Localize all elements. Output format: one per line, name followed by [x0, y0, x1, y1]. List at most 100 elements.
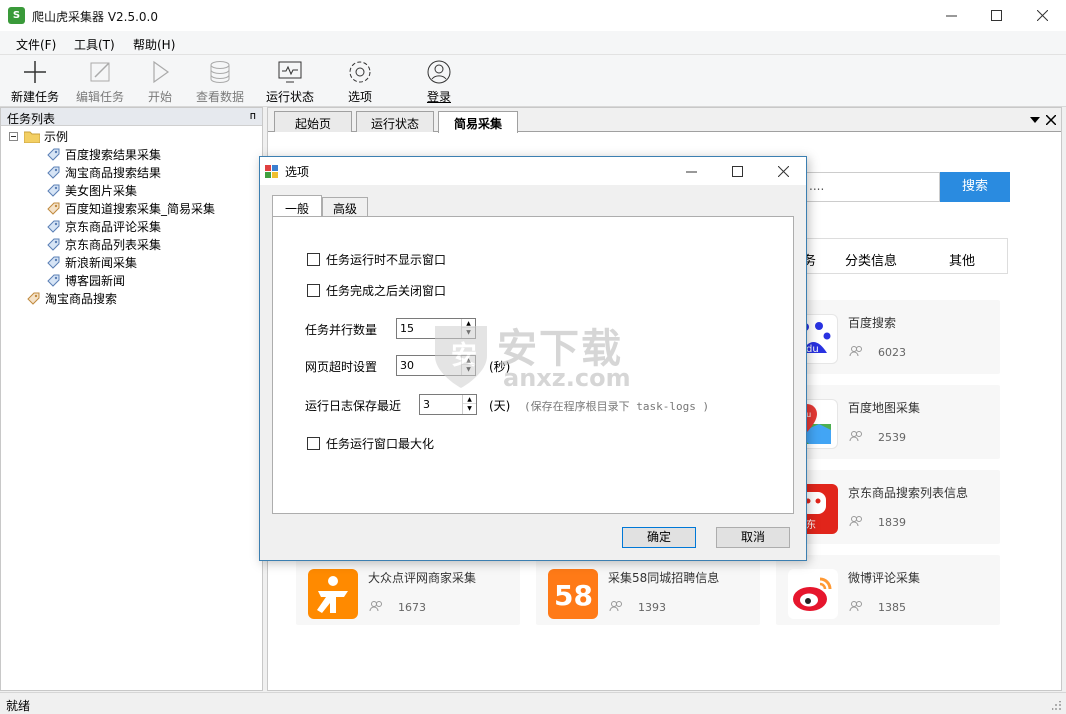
collapse-icon: [9, 131, 18, 141]
search-button[interactable]: 搜索: [940, 172, 1010, 202]
template-card[interactable]: du 百度地图采集 2539: [776, 385, 1000, 459]
minimize-icon: [685, 171, 697, 172]
minimize-icon: [945, 15, 957, 17]
template-card[interactable]: 大众点评网商家采集 1673: [296, 555, 520, 625]
tab-strip: 起始页 运行状态 简易采集: [268, 108, 1061, 133]
view-data-button[interactable]: 查看数据: [195, 59, 245, 105]
close-icon: [1036, 10, 1048, 21]
task-list-panel: 任务列表 ᴨ 示例 百度搜索结果采集 淘宝商品搜索结果 美女图片采集 百度知道搜…: [0, 107, 263, 691]
close-after-finish-checkbox[interactable]: 任务完成之后关闭窗口: [307, 282, 446, 299]
tab-run-status[interactable]: 运行状态: [356, 111, 434, 132]
cancel-button[interactable]: 取消: [716, 527, 790, 548]
login-button[interactable]: 登录: [424, 59, 454, 105]
checkbox-box: [307, 437, 320, 450]
tree-item[interactable]: 淘宝商品搜索结果: [45, 163, 161, 181]
tag-icon: [47, 184, 60, 197]
new-task-button[interactable]: 新建任务: [10, 59, 60, 105]
tree-item[interactable]: 百度知道搜索采集_简易采集: [45, 199, 215, 217]
weibo-icon: [788, 569, 838, 619]
dialog-close-button[interactable]: [760, 157, 806, 185]
tag-icon: [47, 274, 60, 287]
options-window-icon: [265, 165, 278, 178]
minimize-button[interactable]: [928, 0, 974, 31]
users-icon: [609, 601, 622, 612]
window-title: 爬山虎采集器 V2.5.0.0: [32, 10, 159, 24]
tag-icon: [47, 256, 60, 269]
users-icon: [849, 431, 862, 442]
close-icon: [777, 165, 789, 177]
options-button[interactable]: 选项: [345, 59, 375, 105]
svg-text:du: du: [806, 344, 819, 355]
tree-item[interactable]: 美女图片采集: [45, 181, 137, 199]
tree-item[interactable]: 京东商品评论采集: [45, 217, 161, 235]
dialog-title: 选项: [285, 165, 310, 179]
maximize-icon: [731, 165, 743, 177]
folder-icon: [24, 131, 40, 143]
database-icon: [210, 61, 230, 83]
play-icon: [153, 60, 170, 84]
maximize-button[interactable]: [973, 0, 1019, 31]
tab-start-page[interactable]: 起始页: [274, 111, 352, 132]
dialog-minimize-button[interactable]: [668, 157, 714, 185]
pin-icon[interactable]: ᴨ: [250, 109, 256, 122]
menu-help[interactable]: 帮助(H): [133, 36, 175, 53]
menu-tools[interactable]: 工具(T): [74, 36, 115, 53]
template-card[interactable]: 京东 京东商品搜索列表信息 1839: [776, 470, 1000, 544]
maximize-window-checkbox[interactable]: 任务运行窗口最大化: [307, 435, 434, 452]
tag-icon: [27, 292, 40, 305]
task-list-header: 任务列表 ᴨ: [1, 108, 262, 126]
tag-icon: [47, 166, 60, 179]
dianping-icon: [308, 569, 358, 619]
category-item[interactable]: 其他: [949, 250, 975, 269]
menu-bar: 文件(F) 工具(T) 帮助(H): [0, 31, 1066, 55]
users-icon: [849, 601, 862, 612]
edit-icon: [90, 62, 110, 82]
tree-item[interactable]: 新浪新闻采集: [45, 253, 137, 271]
tag-icon: [47, 148, 60, 161]
tree-folder-example[interactable]: 示例: [9, 127, 68, 145]
start-button[interactable]: 开始: [145, 59, 175, 105]
search-input[interactable]: ....: [800, 172, 940, 202]
run-status-button[interactable]: 运行状态: [265, 59, 315, 105]
title-bar: S 爬山虎采集器 V2.5.0.0: [0, 0, 1066, 31]
template-card[interactable]: 微博评论采集 1385: [776, 555, 1000, 625]
gear-icon: [349, 61, 371, 83]
status-text: 就绪: [6, 699, 31, 713]
users-icon: [849, 346, 862, 357]
users-icon: [369, 601, 382, 612]
category-item[interactable]: 分类信息: [845, 250, 897, 269]
template-card[interactable]: du 百度搜索 6023: [776, 300, 1000, 374]
parallel-label: 任务并行数量: [305, 323, 378, 337]
svg-text:58: 58: [554, 579, 593, 612]
maximize-icon: [990, 10, 1002, 21]
plus-icon: [24, 61, 46, 83]
log-label: 运行日志保存最近: [305, 399, 402, 413]
watermark-logo: 安 安下载 anxz.com: [425, 312, 645, 402]
svg-text:安: 安: [451, 341, 477, 371]
close-tab-icon[interactable]: [1046, 115, 1056, 125]
app-logo-icon: S: [8, 7, 25, 24]
resize-grip-icon[interactable]: [1052, 701, 1062, 711]
tab-easy-collect[interactable]: 简易采集: [438, 111, 518, 133]
tag-icon: [47, 238, 60, 251]
close-button[interactable]: [1019, 0, 1065, 31]
category-bar: 务 分类信息 其他: [790, 238, 1008, 274]
template-card[interactable]: 58 采集58同城招聘信息 1393: [536, 555, 760, 625]
tree-item[interactable]: 京东商品列表采集: [45, 235, 161, 253]
tree-item[interactable]: 博客园新闻: [45, 271, 125, 289]
status-bar: 就绪: [0, 692, 1066, 714]
ok-button[interactable]: 确定: [622, 527, 696, 548]
tab-general[interactable]: 一般: [272, 195, 322, 216]
tree-item-root[interactable]: 淘宝商品搜索: [25, 289, 117, 307]
users-icon: [849, 516, 862, 527]
edit-task-button[interactable]: 编辑任务: [75, 59, 125, 105]
tree-item[interactable]: 百度搜索结果采集: [45, 145, 161, 163]
watermark-en: anxz.com: [503, 364, 631, 392]
menu-file[interactable]: 文件(F): [16, 36, 56, 53]
tab-advanced[interactable]: 高级: [322, 197, 368, 217]
checkbox-box: [307, 253, 320, 266]
hide-window-checkbox[interactable]: 任务运行时不显示窗口: [307, 251, 446, 268]
timeout-label: 网页超时设置: [305, 360, 378, 374]
dropdown-icon[interactable]: [1030, 117, 1040, 125]
dialog-maximize-button[interactable]: [714, 157, 760, 185]
